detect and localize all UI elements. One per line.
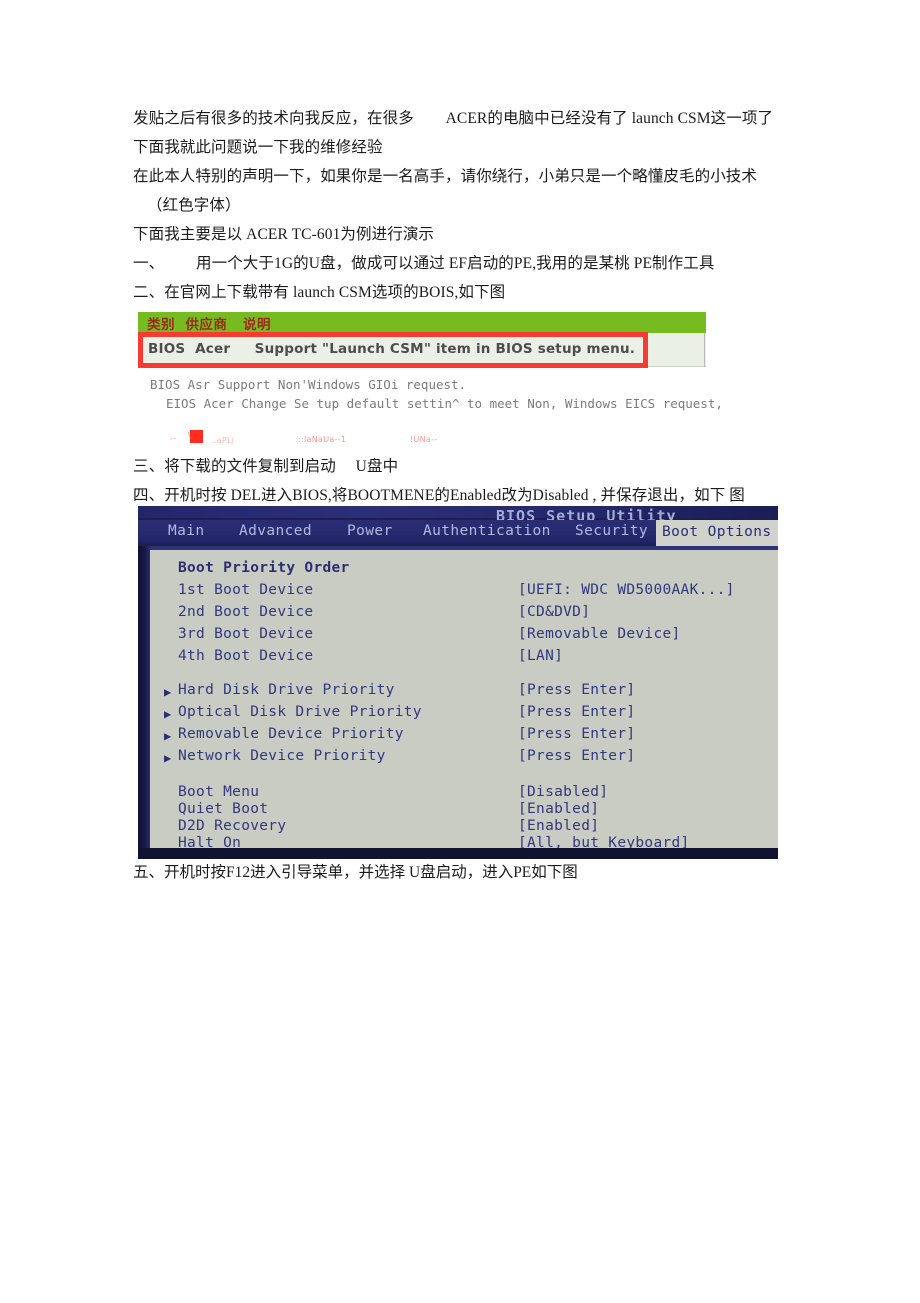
artifact-fragment-1: --	[170, 434, 177, 443]
bios-tab-main[interactable]: Main	[168, 523, 205, 539]
bios-row-optical-disk-drive-priority-label[interactable]: Optical Disk Drive Priority	[178, 704, 422, 720]
bios-row-d2d-recovery-value[interactable]: [Enabled]	[518, 818, 599, 834]
bios-row-network-device-priority-label[interactable]: Network Device Priority	[178, 748, 386, 764]
bios-row-boot-menu-value[interactable]: [Disabled]	[518, 784, 608, 800]
bios-row-quiet-boot-value[interactable]: [Enabled]	[518, 801, 599, 817]
bios-tab-advanced[interactable]: Advanced	[239, 523, 312, 539]
bios-row-3rd-boot-device-label[interactable]: 3rd Boot Device	[178, 626, 313, 642]
paragraph-10-step-five: 五、开机时按F12进入引导菜单，并选择 U盘启动，进入PE如下图	[133, 864, 578, 881]
paragraph-5: 下面我主要是以 ACER TC-601为例进行演示	[133, 226, 435, 243]
bios-row-2nd-boot-device-label[interactable]: 2nd Boot Device	[178, 604, 313, 620]
bios-tab-boot-options-label: Boot Options	[662, 524, 772, 540]
artifact-fragment-2: \	[188, 431, 191, 440]
bios-top-bar	[138, 506, 778, 518]
bios-row-removable-device-priority-label[interactable]: Removable Device Priority	[178, 726, 404, 742]
bios-row-network-device-priority-value[interactable]: [Press Enter]	[518, 748, 635, 764]
bios-row-2nd-boot-device-value[interactable]: [CD&DVD]	[518, 604, 590, 620]
paragraph-3: 在此本人特别的声明一下，如果你是一名高手，请你绕行，小弟只是一个略懂皮毛的小技术	[133, 168, 758, 185]
red-highlight-box	[138, 332, 648, 368]
table-right-edge	[704, 333, 705, 367]
bios-content-panel: Boot Priority Order 1st Boot Device [UEF…	[150, 546, 778, 859]
bios-row-4th-boot-device-value[interactable]: [LAN]	[518, 648, 563, 664]
bios-row-d2d-recovery-label[interactable]: D2D Recovery	[178, 818, 286, 834]
document-text-body-lower: 三、将下载的文件复制到启动 U盘中 四、开机时按 DEL进入BIOS,将BOOT…	[133, 452, 793, 510]
paragraph-1: 发贴之后有很多的技术向我反应，在很多 ACER的电脑中已经没有了 launch …	[133, 110, 774, 127]
bios-row-3rd-boot-device-value[interactable]: [Removable Device]	[518, 626, 681, 642]
bios-setup-utility-image: BIOS Setup Utility Main Advanced Power A…	[138, 506, 778, 859]
table-header-band: 类别 供应商 说明	[138, 312, 706, 333]
bios-row-quiet-boot-label[interactable]: Quiet Boot	[178, 801, 268, 817]
bios-row-removable-device-priority-value[interactable]: [Press Enter]	[518, 726, 635, 742]
bios-left-border	[138, 546, 150, 859]
bios-row-optical-disk-drive-priority-value[interactable]: [Press Enter]	[518, 704, 635, 720]
artifact-red-square	[190, 430, 203, 443]
bios-row-1st-boot-device-value[interactable]: [UEFI: WDC WD5000AAK...]	[518, 582, 735, 598]
bios-tab-power[interactable]: Power	[347, 523, 393, 539]
bios-section-heading: Boot Priority Order	[178, 560, 350, 576]
artifact-fragment-5: !UNa--	[410, 435, 438, 444]
bios-row-1st-boot-device-label[interactable]: 1st Boot Device	[178, 582, 313, 598]
document-text-body: 发贴之后有很多的技术向我反应，在很多 ACER的电脑中已经没有了 launch …	[133, 104, 793, 307]
triangle-right-icon: ▶	[164, 729, 172, 743]
paragraph-6-step-one: 一、 用一个大于1G的U盘，做成可以通过 EF启动的PE,我用的是某桃 PE制作…	[133, 255, 715, 272]
artifact-fragment-3: ..aPLi	[211, 436, 235, 445]
paragraph-7-step-two: 二、在官网上下载带有 launch CSM选项的BOIS,如下图	[133, 284, 506, 301]
bios-tab-authentication[interactable]: Authentication	[423, 523, 551, 539]
paragraph-8-step-three: 三、将下载的文件复制到启动 U盘中	[133, 458, 399, 475]
document-page: 发贴之后有很多的技术向我反应，在很多 ACER的电脑中已经没有了 launch …	[0, 0, 920, 1303]
bios-download-table-image: 类别 供应商 说明 BIOS Acer Support "Launch CSM"…	[138, 312, 723, 424]
bios-row-boot-menu-label[interactable]: Boot Menu	[178, 784, 259, 800]
artifact-fragment-4: ::laNaUa--1	[298, 435, 347, 444]
paragraph-4: （红色字体）	[147, 197, 241, 214]
bios-tab-security[interactable]: Security	[575, 523, 648, 539]
triangle-right-icon: ▶	[164, 685, 172, 699]
table-header-labels: 类别 供应商 说明	[147, 317, 271, 333]
bios-tab-boot-options[interactable]: Boot Options	[656, 520, 778, 546]
bios-row-hard-disk-drive-priority-value[interactable]: [Press Enter]	[518, 682, 635, 698]
faint-table-line-1: BIOS Asr Support Non'Windows GIOi reques…	[150, 377, 467, 392]
faint-table-line-2: EIOS Acer Change Se tup default settin^ …	[166, 396, 723, 411]
bios-row-4th-boot-device-label[interactable]: 4th Boot Device	[178, 648, 313, 664]
paragraph-2: 下面我就此问题说一下我的维修经验	[133, 139, 383, 156]
scan-artifact-strip: -- \ ..aPLi ::laNaUa--1 !UNa--	[170, 430, 730, 446]
triangle-right-icon: ▶	[164, 707, 172, 721]
triangle-right-icon: ▶	[164, 751, 172, 765]
bios-bottom-border	[138, 848, 778, 859]
bios-row-hard-disk-drive-priority-label[interactable]: Hard Disk Drive Priority	[178, 682, 395, 698]
